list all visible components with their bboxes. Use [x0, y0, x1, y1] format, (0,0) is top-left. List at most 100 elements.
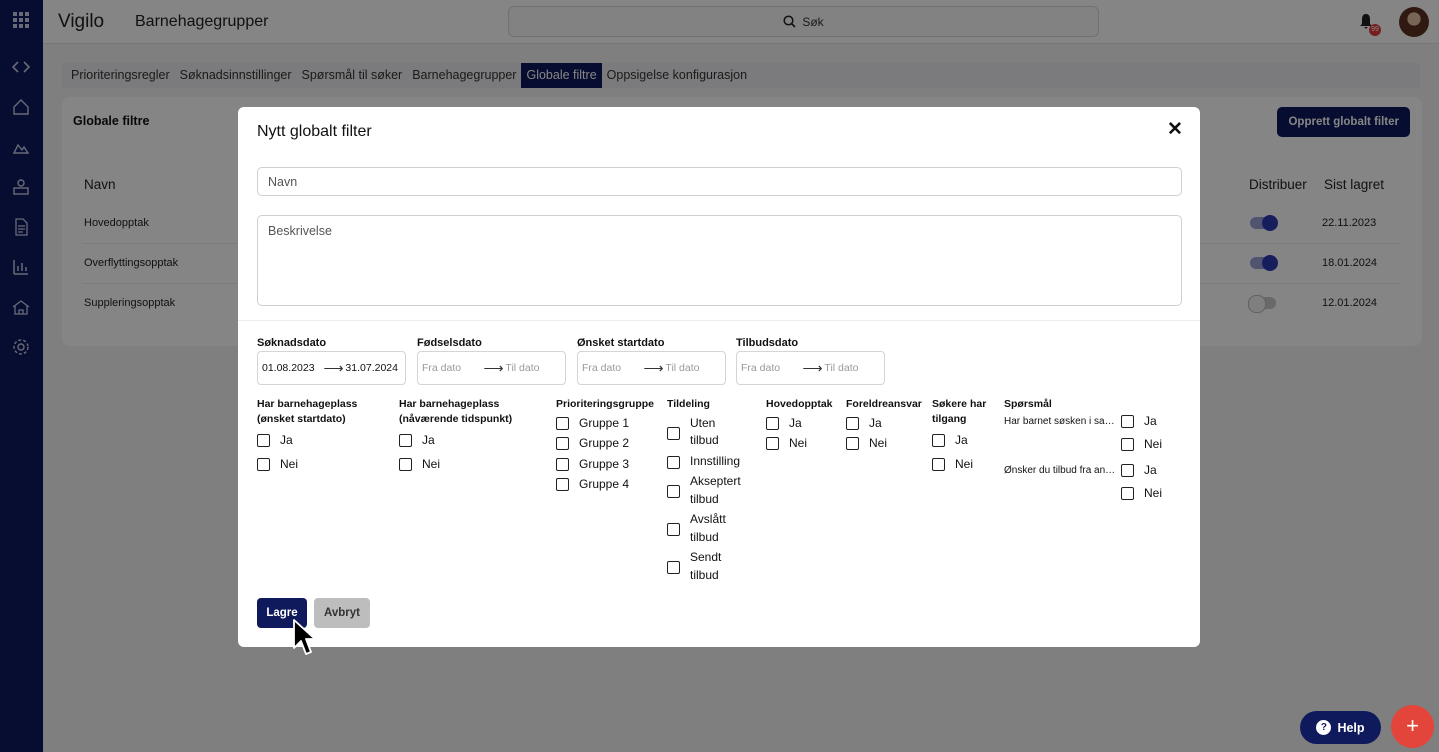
checkbox[interactable] — [766, 416, 779, 430]
filter-label: Har barnehageplass (ønsket startdato) — [257, 398, 358, 425]
date-to[interactable]: Til dato — [665, 362, 725, 374]
filter-sporsmal: Spørsmål Har barnet søsken i samme barne… — [1004, 397, 1184, 507]
option-label: Ja — [280, 433, 293, 447]
option-label: Nei — [955, 456, 974, 471]
checkbox-option[interactable]: Nei — [932, 456, 994, 474]
checkbox[interactable] — [667, 485, 680, 498]
date-to[interactable]: Til dato — [824, 362, 884, 374]
date-from[interactable]: 01.08.2023 — [262, 362, 322, 374]
checkbox-option[interactable]: Ja — [932, 432, 994, 450]
checkbox-option[interactable]: Gruppe 1 — [556, 415, 661, 433]
option-label: Sendt tilbud — [690, 550, 722, 582]
checkbox[interactable] — [257, 457, 270, 471]
date-to[interactable]: Til dato — [505, 362, 565, 374]
option-label: Gruppe 2 — [579, 436, 630, 450]
checkbox[interactable] — [932, 434, 945, 447]
filter-label: Søkere har tilgang — [932, 398, 987, 425]
checkbox-option[interactable]: Gruppe 4 — [556, 476, 661, 494]
checkbox-option[interactable]: Uten tilbud — [667, 415, 752, 450]
checkbox[interactable] — [932, 457, 945, 471]
checkbox-option[interactable]: Nei — [1121, 437, 1162, 451]
checkbox-option[interactable]: Gruppe 3 — [556, 456, 661, 474]
checkbox[interactable] — [667, 523, 680, 536]
filter-tildeling: Tildeling Uten tilbud Innstilling Aksept… — [667, 397, 752, 584]
arrow-right-icon: ⟶ — [483, 359, 504, 376]
filter-label: Tildeling — [667, 398, 710, 410]
checkbox[interactable] — [399, 434, 412, 447]
date-range-input[interactable]: Fra dato ⟶ Til dato — [736, 351, 885, 385]
checkbox-option[interactable]: Sendt tilbud — [667, 549, 752, 584]
checkbox-option[interactable]: Ja — [1121, 414, 1157, 428]
add-fab-button[interactable]: + — [1391, 705, 1434, 748]
filter-har-barnehageplass-naavaerende: Har barnehageplass (nåværende tidspunkt)… — [399, 397, 534, 473]
help-button[interactable]: ? Help — [1300, 711, 1381, 744]
date-from[interactable]: Fra dato — [582, 362, 642, 374]
filter-sokere-har-tilgang: Søkere har tilgang Ja Nei — [932, 397, 994, 473]
question-text: Ønsker du tilbud fra andre barnehager? — [1004, 465, 1116, 476]
checkbox-option[interactable]: Akseptert tilbud — [667, 473, 752, 508]
option-label: Innstilling — [690, 453, 741, 468]
date-filter-label: Fødselsdato — [417, 337, 482, 349]
checkbox-option[interactable]: Ja — [846, 415, 926, 433]
name-input[interactable] — [257, 167, 1182, 196]
checkbox[interactable] — [556, 437, 569, 450]
checkbox[interactable] — [556, 457, 569, 471]
date-range-input[interactable]: Fra dato ⟶ Til dato — [577, 351, 726, 385]
checkbox-option[interactable]: Avslått tilbud — [667, 511, 752, 546]
date-range-input[interactable]: 01.08.2023 ⟶ 31.07.2024 — [257, 351, 406, 385]
option-label: Akseptert tilbud — [690, 474, 741, 506]
checkbox-option[interactable]: Ja — [1121, 463, 1157, 477]
checkbox-option[interactable]: Nei — [257, 456, 382, 474]
checkbox-option[interactable]: Ja — [766, 415, 841, 433]
close-icon[interactable]: ✕ — [1167, 118, 1183, 141]
date-from[interactable]: Fra dato — [422, 362, 482, 374]
filter-label: Hovedopptak — [766, 398, 833, 410]
description-input[interactable] — [257, 215, 1182, 306]
date-filter-onsket-startdato: Ønsket startdato Fra dato ⟶ Til dato — [577, 337, 726, 385]
arrow-right-icon: ⟶ — [643, 359, 664, 376]
checkbox-option[interactable]: Ja — [399, 432, 534, 450]
checkbox[interactable] — [399, 457, 412, 471]
date-filter-label: Søknadsdato — [257, 337, 327, 349]
filter-har-barnehageplass-onsket: Har barnehageplass (ønsket startdato) Ja… — [257, 397, 382, 473]
filter-prioriteringsgruppe: Prioriteringsgruppe Gruppe 1 Gruppe 2 Gr… — [556, 397, 661, 494]
cancel-button[interactable]: Avbryt — [314, 598, 370, 628]
checkbox[interactable] — [667, 455, 680, 469]
divider — [238, 320, 1200, 321]
checkbox[interactable] — [1121, 437, 1134, 451]
option-label: Uten tilbud — [690, 415, 719, 448]
new-global-filter-modal: Nytt globalt filter ✕ Søknadsdato 01.08.… — [238, 107, 1200, 647]
date-filter-tilbudsdato: Tilbudsdato Fra dato ⟶ Til dato — [736, 337, 885, 385]
date-filter-label: Tilbudsdato — [736, 337, 799, 349]
checkbox-option[interactable]: Nei — [1121, 486, 1162, 500]
checkbox[interactable] — [846, 416, 859, 430]
option-label: Ja — [789, 415, 802, 430]
checkbox[interactable] — [1121, 463, 1134, 477]
checkbox[interactable] — [846, 437, 859, 450]
checkbox[interactable] — [1121, 414, 1134, 428]
option-label: Ja — [422, 433, 435, 447]
option-label: Gruppe 4 — [579, 477, 630, 491]
mouse-cursor-icon — [293, 619, 316, 655]
checkbox[interactable] — [1121, 486, 1134, 500]
checkbox-option[interactable]: Ja — [257, 432, 382, 450]
checkbox-option[interactable]: Nei — [766, 435, 841, 453]
checkbox-option[interactable]: Innstilling — [667, 453, 752, 471]
date-range-input[interactable]: Fra dato ⟶ Til dato — [417, 351, 566, 385]
checkbox[interactable] — [667, 426, 680, 440]
checkbox[interactable] — [257, 434, 270, 447]
filter-label: Spørsmål — [1004, 398, 1052, 410]
checkbox[interactable] — [667, 561, 680, 574]
date-filter-soknadsdato: Søknadsdato 01.08.2023 ⟶ 31.07.2024 — [257, 337, 406, 385]
checkbox[interactable] — [556, 478, 569, 491]
option-label: Ja — [955, 433, 968, 447]
filter-label: Prioriteringsgruppe — [556, 398, 655, 410]
checkbox-option[interactable]: Nei — [399, 456, 534, 474]
checkbox[interactable] — [766, 437, 779, 450]
option-label: Gruppe 1 — [579, 415, 630, 430]
checkbox-option[interactable]: Gruppe 2 — [556, 435, 661, 453]
date-from[interactable]: Fra dato — [741, 362, 801, 374]
date-to[interactable]: 31.07.2024 — [345, 362, 405, 374]
checkbox[interactable] — [556, 416, 569, 430]
checkbox-option[interactable]: Nei — [846, 435, 926, 453]
